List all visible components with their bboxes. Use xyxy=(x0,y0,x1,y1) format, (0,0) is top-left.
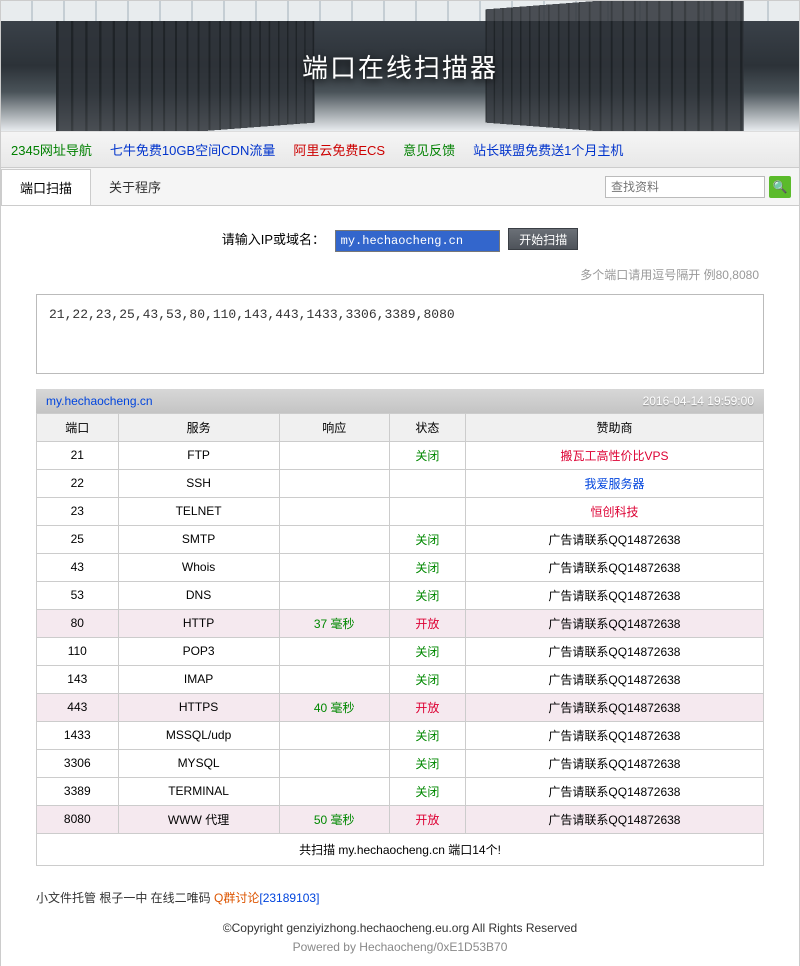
result-summary: 共扫描 my.hechaocheng.cn 端口14个! xyxy=(36,834,764,866)
table-row: 443HTTPS40 毫秒开放广告请联系QQ14872638 xyxy=(37,693,764,721)
footer-links: 小文件托管 根子一中 在线二唯码 Q群讨论[23189103] xyxy=(1,881,799,911)
ip-label: 请输入IP或域名： xyxy=(222,232,325,247)
copyright: ©Copyright genziyizhong.hechaocheng.eu.o… xyxy=(1,911,799,940)
table-row: 22SSH我爱服务器 xyxy=(37,469,764,497)
table-row: 80HTTP37 毫秒开放广告请联系QQ14872638 xyxy=(37,609,764,637)
result-timestamp: 2016-04-14 19:59:00 xyxy=(643,394,754,408)
qq-group-label[interactable]: Q群讨论 xyxy=(214,891,259,905)
search-icon: 🔍 xyxy=(773,180,788,194)
nav-link[interactable]: 七牛免费10GB空间CDN流量 xyxy=(110,143,275,158)
table-row: 25SMTP关闭广告请联系QQ14872638 xyxy=(37,525,764,553)
table-row: 143IMAP关闭广告请联系QQ14872638 xyxy=(37,665,764,693)
table-row: 1433MSSQL/udp关闭广告请联系QQ14872638 xyxy=(37,721,764,749)
result-header: my.hechaocheng.cn 2016-04-14 19:59:00 xyxy=(36,389,764,413)
table-header: 状态 xyxy=(389,413,465,441)
qq-group-number[interactable]: [23189103] xyxy=(259,891,319,905)
table-header: 响应 xyxy=(279,413,389,441)
tab-about[interactable]: 关于程序 xyxy=(90,168,180,205)
banner: 端口在线扫描器 xyxy=(1,1,799,131)
table-header: 服务 xyxy=(118,413,279,441)
table-row: 21FTP关闭搬瓦工高性价比VPS xyxy=(37,441,764,469)
search-button[interactable]: 🔍 xyxy=(769,176,791,198)
top-nav: 2345网址导航 七牛免费10GB空间CDN流量 阿里云免费ECS 意见反馈 站长联盟免… xyxy=(1,131,799,168)
scan-button[interactable]: 开始扫描 xyxy=(508,228,578,250)
table-row: 8080WWW 代理50 毫秒开放广告请联系QQ14872638 xyxy=(37,805,764,833)
ports-textarea[interactable]: 21,22,23,25,43,53,80,110,143,443,1433,33… xyxy=(36,294,764,374)
table-row: 53DNS关闭广告请联系QQ14872638 xyxy=(37,581,764,609)
nav-link[interactable]: 2345网址导航 xyxy=(11,143,92,158)
table-header: 端口 xyxy=(37,413,119,441)
tab-port-scan[interactable]: 端口扫描 xyxy=(1,169,91,205)
nav-link[interactable]: 意见反馈 xyxy=(403,143,455,158)
ports-hint: 多个端口请用逗号隔开 例80,8080 xyxy=(1,260,799,289)
table-row: 43Whois关闭广告请联系QQ14872638 xyxy=(37,553,764,581)
table-row: 110POP3关闭广告请联系QQ14872638 xyxy=(37,637,764,665)
page-title: 端口在线扫描器 xyxy=(302,48,498,85)
search-input[interactable] xyxy=(605,176,765,198)
nav-link[interactable]: 站长联盟免费送1个月主机 xyxy=(473,143,623,158)
table-row: 23TELNET恒创科技 xyxy=(37,497,764,525)
table-row: 3389TERMINAL关闭广告请联系QQ14872638 xyxy=(37,777,764,805)
tab-bar: 端口扫描 关于程序 🔍 xyxy=(1,168,799,206)
scan-form: 请输入IP或域名： 开始扫描 xyxy=(1,206,799,260)
footer-link-group[interactable]: 小文件托管 根子一中 在线二唯码 xyxy=(36,891,214,905)
table-header: 赞助商 xyxy=(465,413,763,441)
result-table: 端口服务响应状态赞助商 21FTP关闭搬瓦工高性价比VPS22SSH我爱服务器2… xyxy=(36,413,764,834)
powered-by: Powered by Hechaocheng/0xE1D53B70 xyxy=(1,940,799,966)
nav-link[interactable]: 阿里云免费ECS xyxy=(293,143,385,158)
result-host: my.hechaocheng.cn xyxy=(46,394,153,408)
ip-input[interactable] xyxy=(335,230,500,252)
table-row: 3306MYSQL关闭广告请联系QQ14872638 xyxy=(37,749,764,777)
